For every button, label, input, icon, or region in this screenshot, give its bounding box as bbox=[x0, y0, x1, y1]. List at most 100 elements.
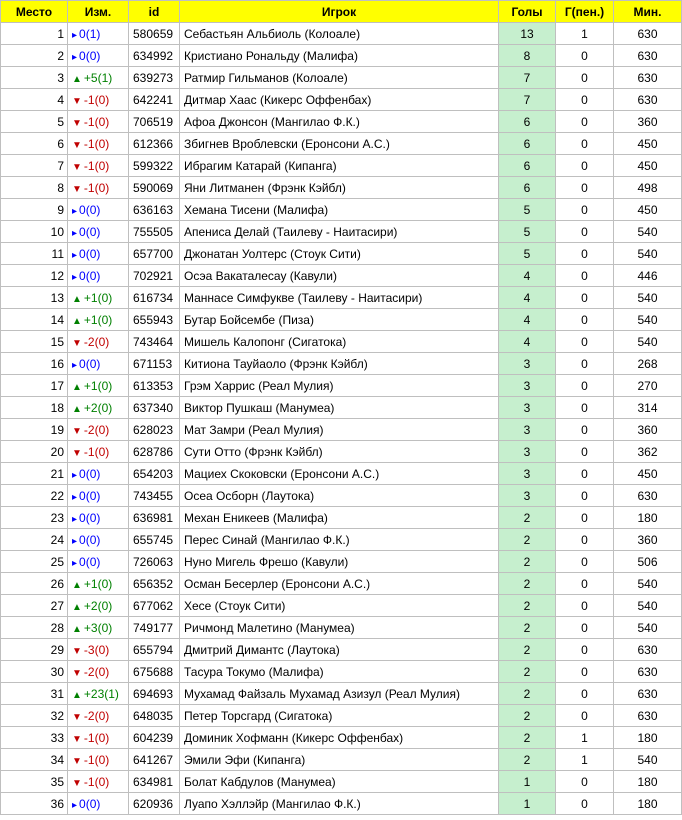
place-cell[interactable]: 27 bbox=[0, 594, 68, 617]
player-cell[interactable]: Луапо Хэллэйр (Мангилао Ф.К.) bbox=[179, 792, 499, 815]
change-cell[interactable]: ▼ -2(0) bbox=[67, 418, 129, 441]
player-cell[interactable]: Ратмир Гильманов (Колоале) bbox=[179, 66, 499, 89]
player-cell[interactable]: Дмитрий Димантс (Лаутока) bbox=[179, 638, 499, 661]
player-cell[interactable]: Дитмар Хаас (Кикерс Оффенбах) bbox=[179, 88, 499, 111]
player-cell[interactable]: Болат Кабдулов (Манумеа) bbox=[179, 770, 499, 793]
place-cell[interactable]: 24 bbox=[0, 528, 68, 551]
change-cell[interactable]: ▸ 0(0) bbox=[67, 462, 129, 485]
minutes-cell[interactable]: 360 bbox=[613, 418, 682, 441]
goals-cell[interactable]: 7 bbox=[498, 66, 556, 89]
id-cell[interactable]: 671153 bbox=[128, 352, 180, 375]
player-cell[interactable]: Петер Торсгард (Сигатока) bbox=[179, 704, 499, 727]
pen-goals-cell[interactable]: 0 bbox=[555, 242, 614, 265]
pen-goals-cell[interactable]: 0 bbox=[555, 264, 614, 287]
pen-goals-cell[interactable]: 0 bbox=[555, 484, 614, 507]
minutes-cell[interactable]: 180 bbox=[613, 792, 682, 815]
minutes-cell[interactable]: 360 bbox=[613, 110, 682, 133]
id-cell[interactable]: 655745 bbox=[128, 528, 180, 551]
minutes-cell[interactable]: 446 bbox=[613, 264, 682, 287]
minutes-cell[interactable]: 540 bbox=[613, 594, 682, 617]
pen-goals-cell[interactable]: 0 bbox=[555, 550, 614, 573]
place-cell[interactable]: 22 bbox=[0, 484, 68, 507]
id-cell[interactable]: 613353 bbox=[128, 374, 180, 397]
change-cell[interactable]: ▼ -1(0) bbox=[67, 770, 129, 793]
place-cell[interactable]: 7 bbox=[0, 154, 68, 177]
minutes-cell[interactable]: 630 bbox=[613, 88, 682, 111]
place-cell[interactable]: 33 bbox=[0, 726, 68, 749]
change-cell[interactable]: ▼ -1(0) bbox=[67, 176, 129, 199]
pen-goals-cell[interactable]: 0 bbox=[555, 462, 614, 485]
id-cell[interactable]: 743464 bbox=[128, 330, 180, 353]
place-cell[interactable]: 28 bbox=[0, 616, 68, 639]
goals-cell[interactable]: 3 bbox=[498, 396, 556, 419]
pen-goals-cell[interactable]: 0 bbox=[555, 528, 614, 551]
place-cell[interactable]: 3 bbox=[0, 66, 68, 89]
change-cell[interactable]: ▼ -2(0) bbox=[67, 660, 129, 683]
goals-cell[interactable]: 2 bbox=[498, 748, 556, 771]
goals-cell[interactable]: 2 bbox=[498, 638, 556, 661]
player-cell[interactable]: Перес Синай (Мангилао Ф.К.) bbox=[179, 528, 499, 551]
change-cell[interactable]: ▸ 0(0) bbox=[67, 550, 129, 573]
change-cell[interactable]: ▸ 0(0) bbox=[67, 264, 129, 287]
minutes-cell[interactable]: 540 bbox=[613, 220, 682, 243]
id-cell[interactable]: 726063 bbox=[128, 550, 180, 573]
goals-cell[interactable]: 2 bbox=[498, 704, 556, 727]
pen-goals-cell[interactable]: 0 bbox=[555, 176, 614, 199]
change-cell[interactable]: ▼ -1(0) bbox=[67, 132, 129, 155]
place-cell[interactable]: 15 bbox=[0, 330, 68, 353]
place-cell[interactable]: 36 bbox=[0, 792, 68, 815]
id-cell[interactable]: 628023 bbox=[128, 418, 180, 441]
minutes-cell[interactable]: 180 bbox=[613, 770, 682, 793]
goals-cell[interactable]: 3 bbox=[498, 462, 556, 485]
minutes-cell[interactable]: 630 bbox=[613, 704, 682, 727]
col-header-place[interactable]: Место bbox=[0, 0, 68, 23]
minutes-cell[interactable]: 506 bbox=[613, 550, 682, 573]
goals-cell[interactable]: 8 bbox=[498, 44, 556, 67]
player-cell[interactable]: Сути Отто (Фрэнк Кэйбл) bbox=[179, 440, 499, 463]
pen-goals-cell[interactable]: 0 bbox=[555, 198, 614, 221]
place-cell[interactable]: 6 bbox=[0, 132, 68, 155]
player-cell[interactable]: Осеа Осборн (Лаутока) bbox=[179, 484, 499, 507]
change-cell[interactable]: ▼ -3(0) bbox=[67, 638, 129, 661]
place-cell[interactable]: 13 bbox=[0, 286, 68, 309]
col-header-change[interactable]: Изм. bbox=[67, 0, 129, 23]
pen-goals-cell[interactable]: 0 bbox=[555, 440, 614, 463]
pen-goals-cell[interactable]: 0 bbox=[555, 660, 614, 683]
id-cell[interactable]: 620936 bbox=[128, 792, 180, 815]
place-cell[interactable]: 9 bbox=[0, 198, 68, 221]
pen-goals-cell[interactable]: 1 bbox=[555, 748, 614, 771]
pen-goals-cell[interactable]: 0 bbox=[555, 374, 614, 397]
id-cell[interactable]: 616734 bbox=[128, 286, 180, 309]
minutes-cell[interactable]: 450 bbox=[613, 198, 682, 221]
goals-cell[interactable]: 3 bbox=[498, 418, 556, 441]
change-cell[interactable]: ▼ -1(0) bbox=[67, 154, 129, 177]
player-cell[interactable]: Тасура Токумо (Малифа) bbox=[179, 660, 499, 683]
minutes-cell[interactable]: 630 bbox=[613, 660, 682, 683]
player-cell[interactable]: Нуно Мигель Фрешо (Кавули) bbox=[179, 550, 499, 573]
id-cell[interactable]: 694693 bbox=[128, 682, 180, 705]
minutes-cell[interactable]: 630 bbox=[613, 22, 682, 45]
minutes-cell[interactable]: 630 bbox=[613, 484, 682, 507]
pen-goals-cell[interactable]: 0 bbox=[555, 638, 614, 661]
change-cell[interactable]: ▸ 0(1) bbox=[67, 22, 129, 45]
change-cell[interactable]: ▼ -1(0) bbox=[67, 440, 129, 463]
minutes-cell[interactable]: 630 bbox=[613, 638, 682, 661]
place-cell[interactable]: 1 bbox=[0, 22, 68, 45]
goals-cell[interactable]: 3 bbox=[498, 484, 556, 507]
id-cell[interactable]: 749177 bbox=[128, 616, 180, 639]
id-cell[interactable]: 675688 bbox=[128, 660, 180, 683]
id-cell[interactable]: 634981 bbox=[128, 770, 180, 793]
player-cell[interactable]: Мухамад Файзаль Мухамад Азизул (Реал Мул… bbox=[179, 682, 499, 705]
minutes-cell[interactable]: 450 bbox=[613, 132, 682, 155]
change-cell[interactable]: ▼ -1(0) bbox=[67, 110, 129, 133]
goals-cell[interactable]: 4 bbox=[498, 308, 556, 331]
id-cell[interactable]: 612366 bbox=[128, 132, 180, 155]
minutes-cell[interactable]: 630 bbox=[613, 44, 682, 67]
place-cell[interactable]: 20 bbox=[0, 440, 68, 463]
player-cell[interactable]: Механ Еникеев (Малифа) bbox=[179, 506, 499, 529]
pen-goals-cell[interactable]: 0 bbox=[555, 88, 614, 111]
pen-goals-cell[interactable]: 0 bbox=[555, 330, 614, 353]
pen-goals-cell[interactable]: 0 bbox=[555, 308, 614, 331]
player-cell[interactable]: Эмили Эфи (Кипанга) bbox=[179, 748, 499, 771]
player-cell[interactable]: Грэм Харрис (Реал Мулия) bbox=[179, 374, 499, 397]
